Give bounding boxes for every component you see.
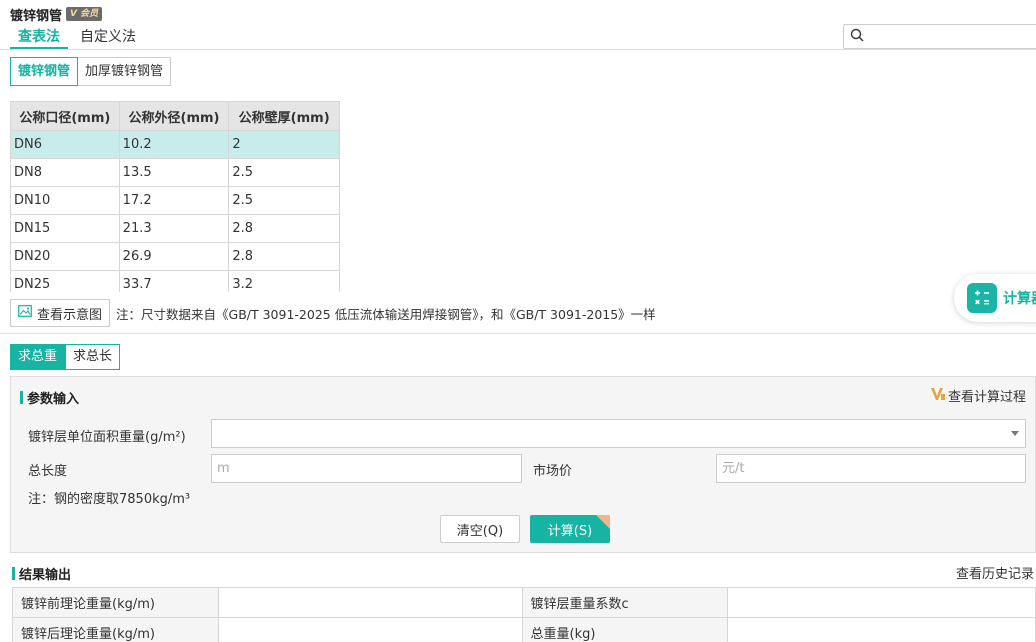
table-header-row: 公称口径(mm) 公称外径(mm) 公称壁厚(mm) xyxy=(10,101,340,131)
result-header: 结果输出 查看历史记录 xyxy=(10,560,1036,583)
table-cell: DN15 xyxy=(10,214,120,243)
total-length-label: 总长度 xyxy=(28,464,68,479)
source-note: 注：尺寸数据来自《GB/T 3091-2025 低压流体输送用焊接钢管》，和《G… xyxy=(116,306,656,322)
view-diagram-label: 查看示意图 xyxy=(37,307,103,323)
parameter-section-title: 参数输入 xyxy=(20,388,79,407)
parameter-panel: 参数输入 查看计算过程 镀锌层单位面积重量(g/m²) 总长度 市场价 注：钢的… xyxy=(10,376,1036,553)
result-value xyxy=(727,617,1036,642)
divider xyxy=(0,49,1036,50)
table-cell: 17.2 xyxy=(118,186,230,215)
tab-custom-method[interactable]: 自定义法 xyxy=(72,26,144,50)
spec-table-container[interactable]: 公称口径(mm) 公称外径(mm) 公称壁厚(mm) DN6 10.2 2 DN… xyxy=(10,101,340,292)
result-key: 镀锌前理论重量(kg/m) xyxy=(12,587,219,618)
tab-total-weight[interactable]: 求总重 xyxy=(10,344,66,370)
divider xyxy=(0,333,1036,334)
search-icon xyxy=(850,28,864,46)
method-tabs: 查表法 自定义法 xyxy=(10,26,144,50)
search-box[interactable] xyxy=(843,24,1036,49)
zinc-weight-label: 镀锌层单位面积重量(g/m²) xyxy=(28,430,186,445)
vip-badge: V 会员 xyxy=(66,7,103,21)
table-row[interactable]: DN25 33.7 3.2 xyxy=(10,270,340,292)
tab-thick-galvanized-pipe[interactable]: 加厚镀锌钢管 xyxy=(78,57,172,86)
table-cell: 26.9 xyxy=(118,242,230,271)
view-history-link[interactable]: 查看历史记录 xyxy=(956,563,1034,582)
table-cell: 3.2 xyxy=(228,270,340,292)
result-row: 镀锌前理论重量(kg/m) 镀锌层重量系数c xyxy=(12,587,1036,618)
vip-corner-icon xyxy=(596,515,610,529)
column-header: 公称外径(mm) xyxy=(118,101,230,131)
image-icon xyxy=(18,305,32,321)
tab-galvanized-pipe[interactable]: 镀锌钢管 xyxy=(10,57,79,86)
chevron-down-icon xyxy=(1011,431,1019,436)
market-price-input[interactable] xyxy=(716,454,1026,483)
table-cell: 2.8 xyxy=(228,242,340,271)
spec-table: 公称口径(mm) 公称外径(mm) 公称壁厚(mm) DN6 10.2 2 DN… xyxy=(10,101,340,292)
view-diagram-button[interactable]: 查看示意图 xyxy=(10,299,111,327)
table-cell: 2.8 xyxy=(228,214,340,243)
table-cell: 21.3 xyxy=(118,214,230,243)
table-cell: 2.5 xyxy=(228,158,340,187)
table-cell: 33.7 xyxy=(118,270,230,292)
page-title: 镀锌钢管 xyxy=(10,8,63,24)
mode-tabs: 求总重 求总长 xyxy=(10,344,121,370)
table-cell: DN8 xyxy=(10,158,120,187)
calculate-button[interactable]: 计算(S) xyxy=(530,515,610,543)
result-value xyxy=(217,587,523,618)
table-cell: 10.2 xyxy=(118,130,230,159)
result-key: 镀锌层重量系数c xyxy=(521,587,729,618)
result-table: 镀锌前理论重量(kg/m) 镀锌层重量系数c 镀锌后理论重量(kg/m) 总重量… xyxy=(12,587,1036,642)
calculator-icon xyxy=(967,283,997,313)
diagram-row: 查看示意图 注：尺寸数据来自《GB/T 3091-2025 低压流体输送用焊接钢… xyxy=(10,299,656,327)
table-cell: 2 xyxy=(228,130,340,159)
table-row[interactable]: DN8 13.5 2.5 xyxy=(10,158,340,187)
table-row[interactable]: DN6 10.2 2 xyxy=(10,130,340,159)
table-row[interactable]: DN20 26.9 2.8 xyxy=(10,242,340,271)
table-cell: DN20 xyxy=(10,242,120,271)
table-cell: DN6 xyxy=(10,130,120,159)
table-row[interactable]: DN10 17.2 2.5 xyxy=(10,186,340,215)
view-process-link[interactable]: 查看计算过程 xyxy=(931,386,1026,405)
section-marker xyxy=(20,391,23,404)
result-key: 镀锌后理论重量(kg/m) xyxy=(12,617,219,642)
tab-lookup-method[interactable]: 查表法 xyxy=(10,26,68,50)
result-value xyxy=(727,587,1036,618)
table-cell: DN25 xyxy=(10,270,120,292)
market-price-label: 市场价 xyxy=(533,464,573,479)
result-key: 总重量(kg) xyxy=(521,617,729,642)
section-marker xyxy=(12,567,15,580)
vip-process-icon xyxy=(931,387,945,404)
table-cell: DN10 xyxy=(10,186,120,215)
table-cell: 2.5 xyxy=(228,186,340,215)
calculator-float-button[interactable]: 计算器 xyxy=(954,274,1036,322)
table-cell: 13.5 xyxy=(118,158,230,187)
result-row: 镀锌后理论重量(kg/m) 总重量(kg) xyxy=(12,617,1036,642)
result-section-title: 结果输出 xyxy=(12,564,71,583)
density-note: 注：钢的密度取7850kg/m³ xyxy=(28,492,191,507)
tab-total-length[interactable]: 求总长 xyxy=(65,344,121,370)
calculator-label: 计算器 xyxy=(1003,291,1036,307)
clear-button[interactable]: 清空(Q) xyxy=(440,515,520,543)
column-header: 公称壁厚(mm) xyxy=(228,101,340,131)
pipe-type-tabs: 镀锌钢管 加厚镀锌钢管 xyxy=(10,57,172,86)
zinc-weight-select[interactable] xyxy=(211,419,1026,448)
column-header: 公称口径(mm) xyxy=(10,101,120,131)
table-row[interactable]: DN15 21.3 2.8 xyxy=(10,214,340,243)
total-length-input[interactable] xyxy=(211,454,522,483)
result-value xyxy=(217,617,523,642)
title-row: 镀锌钢管 V 会员 xyxy=(10,5,103,24)
